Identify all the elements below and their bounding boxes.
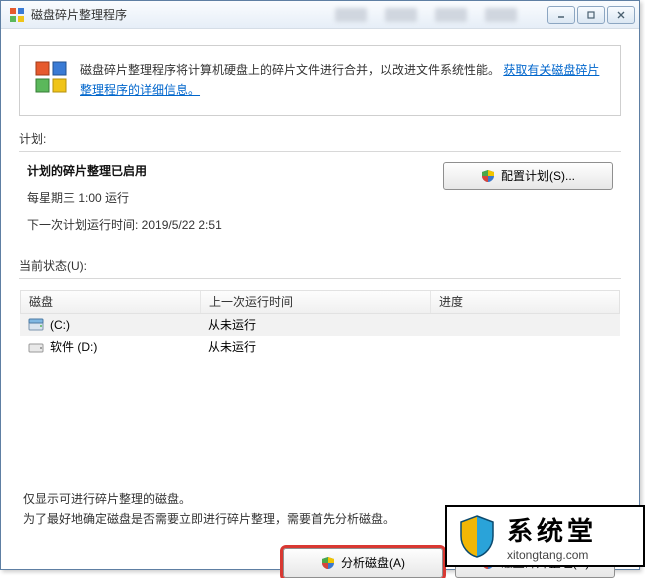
col-progress[interactable]: 进度	[431, 291, 619, 313]
col-last-run[interactable]: 上一次运行时间	[201, 291, 431, 313]
uac-shield-icon	[321, 556, 335, 570]
last-run-cell: 从未运行	[200, 316, 430, 333]
info-description: 磁盘碎片整理程序将计算机硬盘上的碎片文件进行合并，以改进文件系统性能。	[80, 63, 500, 77]
drive-name: 软件 (D:)	[50, 338, 97, 355]
schedule-run-text: 每星期三 1:00 运行	[27, 189, 443, 206]
watermark-shield-icon	[457, 514, 497, 558]
disk-table: 磁盘 上一次运行时间 进度 (C:) 从未运行	[19, 289, 621, 359]
schedule-enabled-text: 计划的碎片整理已启用	[27, 162, 443, 179]
table-row[interactable]: (C:) 从未运行	[20, 314, 620, 336]
blurred-area	[335, 8, 517, 22]
drive-d-icon	[28, 340, 44, 354]
schedule-next-run-text: 下一次计划运行时间: 2019/5/22 2:51	[27, 216, 443, 233]
last-run-cell: 从未运行	[200, 338, 430, 355]
analyze-disk-label: 分析磁盘(A)	[341, 554, 405, 571]
schedule-section: 计划的碎片整理已启用 每星期三 1:00 运行 下一次计划运行时间: 2019/…	[19, 162, 621, 243]
status-label: 当前状态(U):	[19, 257, 621, 274]
defrag-window: 磁盘碎片整理程序 磁盘碎片整理程序将计算机硬盘上的碎片文件进行合并，以改进文件系…	[0, 0, 640, 570]
divider	[19, 278, 621, 279]
window-controls	[547, 6, 635, 24]
col-disk[interactable]: 磁盘	[21, 291, 201, 313]
defrag-icon	[34, 60, 68, 94]
drive-c-icon	[28, 318, 44, 332]
table-row[interactable]: 软件 (D:) 从未运行	[20, 336, 620, 358]
watermark-url: xitongtang.com	[507, 548, 597, 562]
maximize-button[interactable]	[577, 6, 605, 24]
app-icon	[9, 7, 25, 23]
minimize-button[interactable]	[547, 6, 575, 24]
titlebar[interactable]: 磁盘碎片整理程序	[1, 1, 639, 29]
drive-name: (C:)	[50, 318, 70, 332]
watermark-brand: 系统堂	[507, 511, 597, 548]
watermark-overlay: 系统堂 xitongtang.com	[445, 505, 645, 567]
window-title: 磁盘碎片整理程序	[31, 6, 335, 23]
configure-schedule-button[interactable]: 配置计划(S)...	[443, 162, 613, 190]
configure-schedule-label: 配置计划(S)...	[501, 167, 575, 184]
divider	[19, 151, 621, 152]
analyze-disk-button[interactable]: 分析磁盘(A)	[283, 548, 443, 578]
table-header: 磁盘 上一次运行时间 进度	[20, 290, 620, 314]
schedule-label: 计划:	[19, 130, 621, 147]
info-box: 磁盘碎片整理程序将计算机硬盘上的碎片文件进行合并，以改进文件系统性能。 获取有关…	[19, 45, 621, 116]
watermark-text: 系统堂 xitongtang.com	[507, 511, 597, 562]
info-text: 磁盘碎片整理程序将计算机硬盘上的碎片文件进行合并，以改进文件系统性能。 获取有关…	[80, 60, 604, 101]
content-area: 磁盘碎片整理程序将计算机硬盘上的碎片文件进行合并，以改进文件系统性能。 获取有关…	[1, 45, 639, 578]
uac-shield-icon	[481, 169, 495, 183]
close-button[interactable]	[607, 6, 635, 24]
schedule-info: 计划的碎片整理已启用 每星期三 1:00 运行 下一次计划运行时间: 2019/…	[27, 162, 443, 243]
